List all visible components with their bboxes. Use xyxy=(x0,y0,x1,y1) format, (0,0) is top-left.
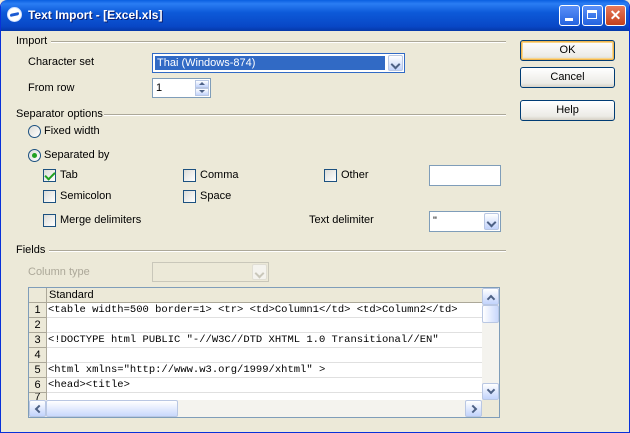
fixed-width-radio[interactable] xyxy=(28,125,41,138)
comma-label[interactable]: Comma xyxy=(200,169,239,181)
merge-delimiters-checkbox[interactable] xyxy=(43,214,56,227)
fromrow-spinner[interactable]: 1 xyxy=(152,78,211,98)
charset-value: Thai (Windows-874) xyxy=(155,56,385,70)
merge-delimiters-label[interactable]: Merge delimiters xyxy=(60,214,141,226)
fields-section-label: Fields xyxy=(16,244,46,256)
semicolon-label[interactable]: Semicolon xyxy=(60,190,111,202)
chevron-right-icon xyxy=(468,404,478,414)
other-input[interactable] xyxy=(429,165,501,186)
spin-up-icon[interactable] xyxy=(195,80,209,88)
ok-button[interactable]: OK xyxy=(520,40,615,61)
import-divider xyxy=(51,41,506,43)
help-button[interactable]: Help xyxy=(520,100,615,121)
separated-by-radio[interactable] xyxy=(28,149,41,162)
fromrow-label: From row xyxy=(28,82,75,94)
chevron-left-icon xyxy=(34,404,44,414)
semicolon-checkbox[interactable] xyxy=(43,190,56,203)
column-type-select[interactable] xyxy=(152,262,269,282)
close-icon: ✕ xyxy=(609,7,622,23)
cancel-button[interactable]: Cancel xyxy=(520,67,615,88)
column-type-label: Column type xyxy=(28,266,90,278)
vertical-scroll-thumb[interactable] xyxy=(482,305,499,323)
separator-divider xyxy=(104,114,506,116)
import-section-label: Import xyxy=(16,35,48,47)
table-row: <head><title> xyxy=(47,378,482,393)
scroll-down-button[interactable] xyxy=(482,383,499,400)
text-delimiter-select[interactable]: " xyxy=(429,211,501,232)
fromrow-value: 1 xyxy=(156,82,163,94)
maximize-button[interactable] xyxy=(582,5,603,26)
text-delimiter-label: Text delimiter xyxy=(309,214,374,226)
chevron-down-icon[interactable] xyxy=(388,55,403,71)
other-label[interactable]: Other xyxy=(341,169,369,181)
close-button[interactable]: ✕ xyxy=(605,5,626,26)
row-number: 6 xyxy=(29,378,47,393)
horizontal-scrollbar[interactable] xyxy=(29,400,482,417)
grid-corner xyxy=(29,288,47,303)
chevron-down-icon xyxy=(486,385,496,395)
charset-label-text: Character set xyxy=(28,56,95,68)
comma-checkbox[interactable] xyxy=(183,169,196,182)
title-bar[interactable]: Text Import - [Excel.xls] ✕ xyxy=(1,0,629,31)
window-title: Text Import - [Excel.xls] xyxy=(28,8,163,22)
charset-label: Character set xyxy=(28,56,94,68)
horizontal-scroll-thumb[interactable] xyxy=(46,400,178,417)
space-checkbox[interactable] xyxy=(183,190,196,203)
fields-divider xyxy=(49,250,506,252)
row-number: 3 xyxy=(29,333,47,348)
app-logo-icon xyxy=(7,7,22,22)
tab-label[interactable]: Tab xyxy=(60,169,78,181)
chevron-down-icon xyxy=(252,264,267,280)
separator-section-label: Separator options xyxy=(16,108,103,120)
scroll-right-button[interactable] xyxy=(465,400,482,417)
table-row: <!DOCTYPE html PUBLIC "-//W3C//DTD XHTML… xyxy=(47,333,482,348)
chevron-down-icon[interactable] xyxy=(484,213,499,230)
text-delimiter-value: " xyxy=(433,215,437,227)
scroll-left-button[interactable] xyxy=(29,400,46,417)
space-label[interactable]: Space xyxy=(200,190,231,202)
text-import-dialog: Text Import - [Excel.xls] ✕ Import Chara… xyxy=(0,0,630,433)
other-checkbox[interactable] xyxy=(324,169,337,182)
fixed-width-label[interactable]: Fixed width xyxy=(44,125,100,137)
row-number: 1 xyxy=(29,303,47,318)
separated-by-label[interactable]: Separated by xyxy=(44,149,109,161)
tab-checkbox[interactable] xyxy=(43,169,56,182)
row-number: 5 xyxy=(29,363,47,378)
data-preview-grid[interactable]: Standard 1 <table width=500 border=1> <t… xyxy=(28,287,500,418)
column-header[interactable]: Standard xyxy=(47,288,482,303)
table-row xyxy=(47,318,482,333)
table-row: <html xmlns="http://www.w3.org/1999/xhtm… xyxy=(47,363,482,378)
scrollbar-corner xyxy=(482,400,499,417)
table-row: <table width=500 border=1> <tr> <td>Colu… xyxy=(47,303,482,318)
table-row xyxy=(47,348,482,363)
charset-select[interactable]: Thai (Windows-874) xyxy=(152,53,405,73)
row-number: 4 xyxy=(29,348,47,363)
chevron-up-icon xyxy=(486,294,496,304)
spin-buttons[interactable] xyxy=(195,80,209,96)
vertical-scrollbar[interactable] xyxy=(482,288,499,400)
spin-down-icon[interactable] xyxy=(195,88,209,96)
scroll-up-button[interactable] xyxy=(482,288,499,305)
minimize-button[interactable] xyxy=(559,5,580,26)
row-number: 2 xyxy=(29,318,47,333)
